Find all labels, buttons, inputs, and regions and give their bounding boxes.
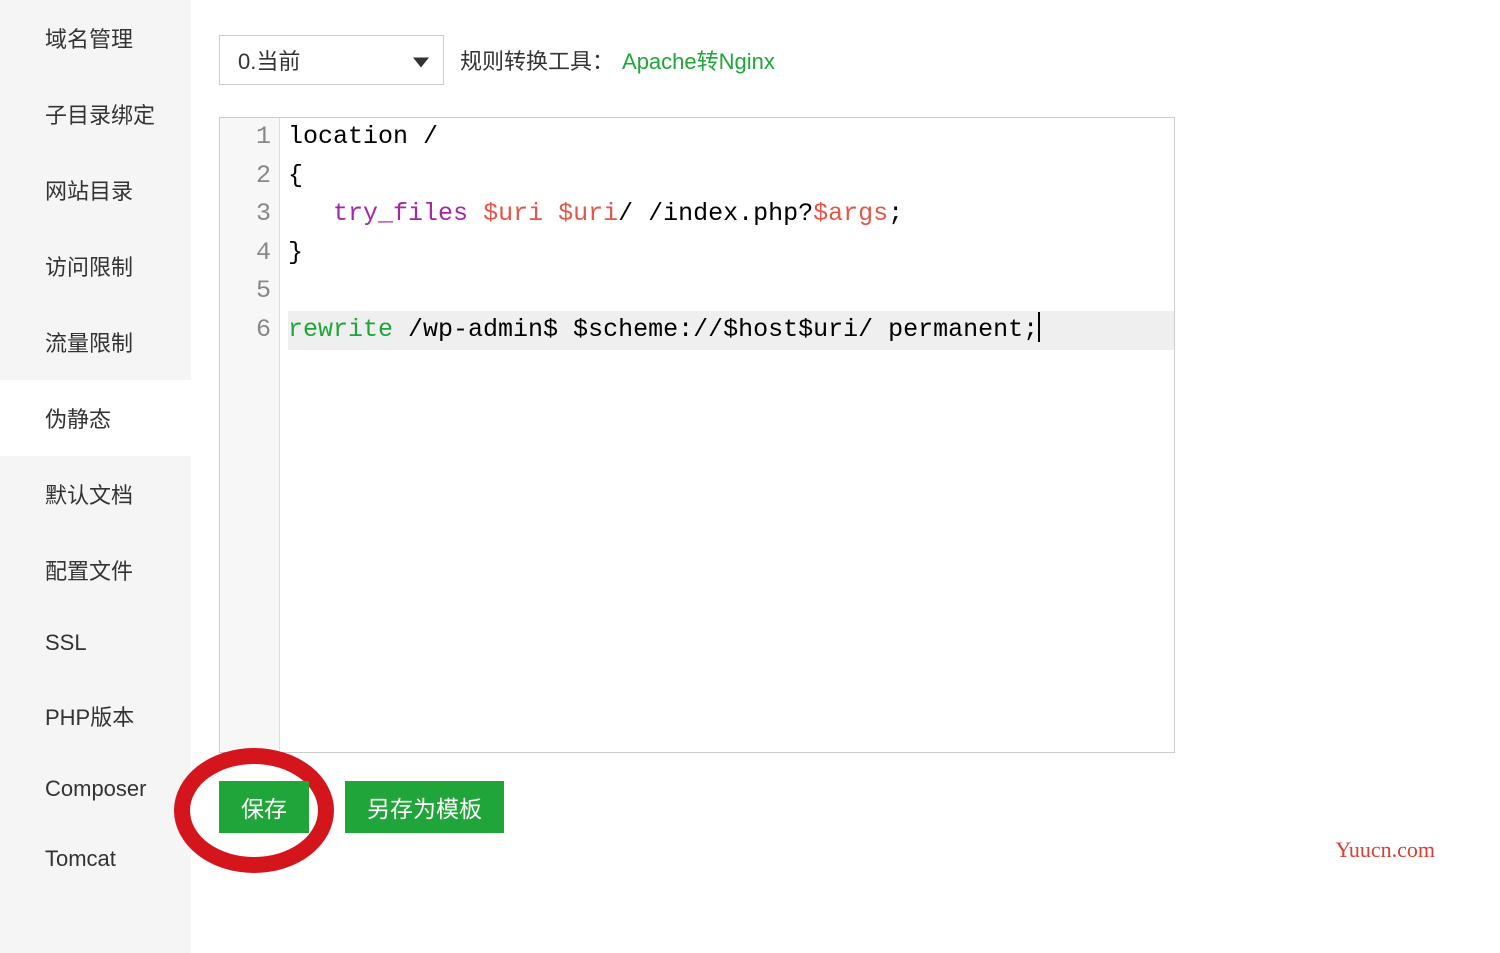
sidebar-item-4[interactable]: 流量限制 — [0, 304, 191, 380]
sidebar-item-9[interactable]: PHP版本 — [0, 678, 191, 754]
sidebar-item-7[interactable]: 配置文件 — [0, 532, 191, 608]
sidebar-item-11[interactable]: Tomcat — [0, 824, 191, 894]
code-line[interactable]: { — [288, 157, 1174, 196]
sidebar-item-0[interactable]: 域名管理 — [0, 0, 191, 76]
editor-gutter: 123456 — [220, 118, 280, 752]
rule-select-value: 0.当前 — [238, 44, 300, 76]
convert-link[interactable]: Apache转Nginx — [622, 44, 775, 76]
gutter-line: 4 — [220, 234, 271, 273]
code-line[interactable]: try_files $uri $uri/ /index.php?$args; — [288, 195, 1174, 234]
gutter-line: 5 — [220, 272, 271, 311]
save-button[interactable]: 保存 — [219, 781, 309, 833]
editor-cursor — [1038, 312, 1040, 342]
sidebar-item-10[interactable]: Composer — [0, 754, 191, 824]
editor-code-area[interactable]: location /{ try_files $uri $uri/ /index.… — [280, 118, 1174, 752]
gutter-line: 3 — [220, 195, 271, 234]
code-line[interactable]: rewrite /wp-admin$ $scheme://$host$uri/ … — [288, 311, 1174, 350]
save-as-template-button[interactable]: 另存为模板 — [345, 781, 504, 833]
sidebar-item-2[interactable]: 网站目录 — [0, 152, 191, 228]
gutter-line: 6 — [220, 311, 271, 350]
convert-label: 规则转换工具： — [460, 44, 614, 76]
sidebar-item-5[interactable]: 伪静态 — [0, 380, 191, 456]
main-panel: 0.当前 规则转换工具： Apache转Nginx 123456 locatio… — [191, 0, 1500, 953]
button-row: 保存 另存为模板 — [219, 781, 1472, 833]
watermark: Yuucn.com — [1335, 837, 1435, 863]
code-editor[interactable]: 123456 location /{ try_files $uri $uri/ … — [219, 117, 1175, 753]
code-line[interactable]: } — [288, 234, 1174, 273]
sidebar-item-3[interactable]: 访问限制 — [0, 228, 191, 304]
sidebar-item-6[interactable]: 默认文档 — [0, 456, 191, 532]
gutter-line: 1 — [220, 118, 271, 157]
sidebar-item-8[interactable]: SSL — [0, 608, 191, 678]
toolbar: 0.当前 规则转换工具： Apache转Nginx — [219, 35, 1472, 85]
sidebar: 域名管理子目录绑定网站目录访问限制流量限制伪静态默认文档配置文件SSLPHP版本… — [0, 0, 191, 953]
rule-select[interactable]: 0.当前 — [219, 35, 444, 85]
code-line[interactable]: location / — [288, 118, 1174, 157]
code-line[interactable] — [288, 272, 1174, 311]
sidebar-item-1[interactable]: 子目录绑定 — [0, 76, 191, 152]
gutter-line: 2 — [220, 157, 271, 196]
